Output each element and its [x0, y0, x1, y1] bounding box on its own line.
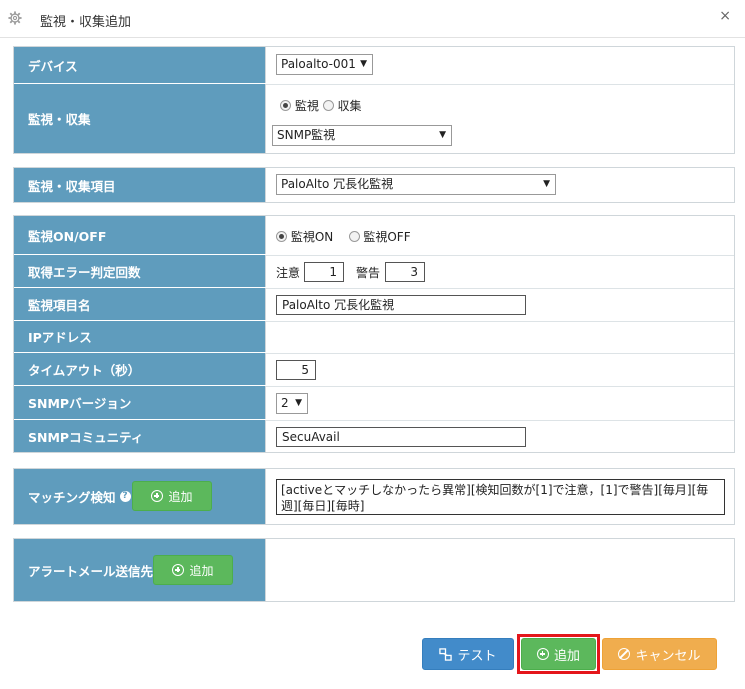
- item-row: 監視・収集項目 PaloAlto 冗長化監視 ▼: [14, 168, 734, 202]
- device-row: デバイス Paloalto-001 ▼: [14, 47, 734, 83]
- snmp-version-value: 2: [281, 396, 289, 410]
- test-button[interactable]: テスト: [422, 638, 514, 670]
- community-input[interactable]: SecuAvail: [276, 427, 526, 447]
- name-input[interactable]: PaloAlto 冗長化監視: [276, 295, 526, 315]
- name-label: 監視項目名: [14, 288, 266, 320]
- timeout-input[interactable]: 5: [276, 360, 316, 380]
- dialog-titlebar: 監視・収集追加 ×: [0, 0, 745, 38]
- timeout-row: タイムアウト（秒） 5: [14, 352, 734, 385]
- alert-mail-add-label: 追加: [189, 563, 214, 578]
- device-label: デバイス: [14, 47, 266, 83]
- collect-radio[interactable]: [322, 100, 334, 111]
- matching-group: マッチング検知 ? 追加 [activeとマッチしなかったら異常][検知回数が[…: [13, 468, 735, 525]
- item-select-value: PaloAlto 冗長化監視: [281, 177, 394, 191]
- matching-add-label: 追加: [168, 489, 193, 504]
- matching-add-button[interactable]: 追加: [132, 481, 212, 511]
- alert-mail-label: アラートメール送信先: [28, 563, 154, 579]
- snmp-version-row: SNMPバージョン 2 ▼: [14, 385, 734, 419]
- alert-mail-row: アラートメール送信先 追加: [14, 539, 734, 601]
- timeout-label: タイムアウト（秒）: [14, 353, 266, 385]
- gear-icon: [8, 11, 22, 25]
- item-select[interactable]: PaloAlto 冗長化監視 ▼: [276, 174, 556, 195]
- dialog-title: 監視・収集追加: [40, 15, 132, 30]
- error-count-row: 取得エラー判定回数 注意 1 警告 3: [14, 254, 734, 287]
- monitor-on-label: 監視ON: [290, 230, 334, 244]
- onoff-radio-group: 監視ON 監視OFF: [276, 228, 411, 245]
- dialog-body: デバイス Paloalto-001 ▼ 監視・収集 監視 収集 SNMP監視 ▼…: [0, 38, 745, 689]
- item-group: 監視・収集項目 PaloAlto 冗長化監視 ▼: [13, 167, 735, 203]
- chevron-down-icon: ▼: [360, 59, 367, 69]
- community-row: SNMPコミュニティ SecuAvail: [14, 419, 734, 452]
- cancel-button[interactable]: キャンセル: [602, 638, 717, 670]
- snmp-version-label: SNMPバージョン: [14, 386, 266, 419]
- item-label: 監視・収集項目: [14, 168, 266, 202]
- link-icon: [439, 647, 453, 661]
- monitor-off-radio[interactable]: [348, 231, 360, 242]
- plus-circle-icon: [536, 648, 549, 660]
- matching-label: マッチング検知: [28, 490, 116, 505]
- matching-label-cell: マッチング検知 ? 追加: [14, 469, 266, 524]
- alert-mail-label-cell: アラートメール送信先 追加: [14, 539, 266, 601]
- matching-rule-text: [activeとマッチしなかったら異常][検知回数が[1]で注意，[1]で警告]…: [276, 479, 725, 515]
- caution-input[interactable]: 1: [304, 262, 344, 282]
- chevron-down-icon: ▼: [543, 179, 550, 189]
- chevron-down-icon: ▼: [295, 398, 302, 408]
- monitor-on-radio[interactable]: [276, 231, 287, 242]
- device-select-value: Paloalto-001: [281, 57, 356, 71]
- error-count-label: 取得エラー判定回数: [14, 255, 266, 287]
- close-icon[interactable]: ×: [719, 8, 731, 24]
- warning-label: 警告: [356, 266, 381, 280]
- device-group: デバイス Paloalto-001 ▼ 監視・収集 監視 収集 SNMP監視 ▼: [13, 46, 735, 154]
- monitor-radio-label: 監視: [294, 99, 319, 113]
- monitor-radio[interactable]: [280, 100, 291, 111]
- ip-row: IPアドレス: [14, 320, 734, 352]
- alert-mail-value: [266, 539, 734, 601]
- monitor-type-value: SNMP監視: [277, 128, 336, 142]
- caution-label: 注意: [276, 266, 301, 280]
- matching-row: マッチング検知 ? 追加 [activeとマッチしなかったら異常][検知回数が[…: [14, 469, 734, 524]
- ban-icon: [618, 648, 631, 660]
- collect-radio-label: 収集: [337, 99, 362, 113]
- plus-circle-icon: [151, 490, 164, 502]
- plus-circle-icon: [172, 564, 185, 576]
- onoff-label: 監視ON/OFF: [14, 216, 266, 254]
- chevron-down-icon: ▼: [439, 130, 446, 140]
- ip-label: IPアドレス: [14, 321, 266, 352]
- test-button-label: テスト: [457, 648, 497, 664]
- monitor-radio-group: 監視 収集: [280, 97, 362, 114]
- device-select[interactable]: Paloalto-001 ▼: [276, 54, 373, 75]
- add-button-label: 追加: [553, 648, 580, 664]
- onoff-row: 監視ON/OFF 監視ON 監視OFF: [14, 216, 734, 254]
- snmp-version-select[interactable]: 2 ▼: [276, 393, 308, 414]
- help-icon[interactable]: ?: [119, 491, 131, 502]
- monitor-collect-row: 監視・収集 監視 収集 SNMP監視 ▼: [14, 83, 734, 153]
- monitor-off-label: 監視OFF: [363, 230, 411, 244]
- alert-mail-add-button[interactable]: 追加: [153, 555, 233, 585]
- warning-input[interactable]: 3: [385, 262, 425, 282]
- monitor-type-select[interactable]: SNMP監視 ▼: [272, 125, 452, 146]
- name-row: 監視項目名 PaloAlto 冗長化監視: [14, 287, 734, 320]
- community-label: SNMPコミュニティ: [14, 420, 266, 452]
- settings-group: 監視ON/OFF 監視ON 監視OFF 取得エラー判定回数 注意 1 警告 3: [13, 215, 735, 453]
- monitor-collect-label: 監視・収集: [14, 84, 266, 153]
- cancel-button-label: キャンセル: [635, 648, 701, 664]
- alert-mail-group: アラートメール送信先 追加: [13, 538, 735, 602]
- add-button[interactable]: 追加: [521, 638, 596, 670]
